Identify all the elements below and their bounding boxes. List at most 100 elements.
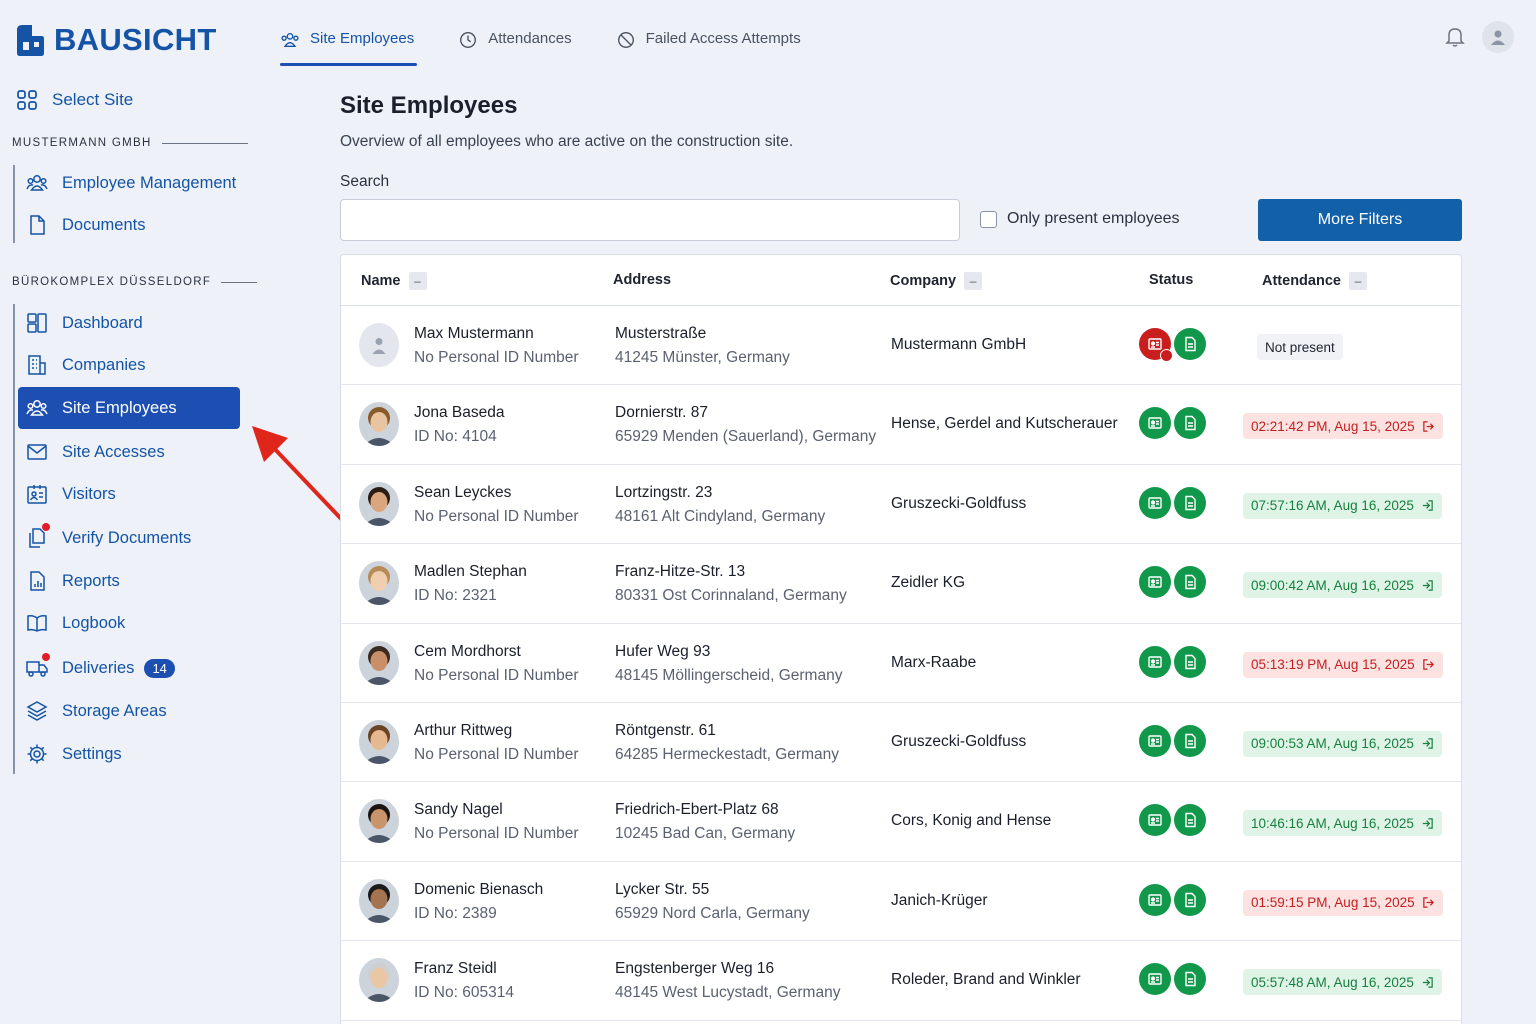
attendance-timestamp[interactable]: 05:13:19 PM, Aug 15, 2025 [1243, 651, 1443, 678]
attendance-status: Not present [1257, 334, 1343, 360]
id-badge-status-icon[interactable] [1139, 566, 1171, 599]
sidebar-item-documents[interactable]: Documents [18, 204, 240, 246]
column-header-attendance[interactable]: Attendance – [1262, 272, 1367, 290]
sidebar-item-site-employees[interactable]: Site Employees [18, 387, 240, 429]
column-header-name[interactable]: Name – [361, 272, 427, 290]
document-status-icon[interactable] [1174, 724, 1206, 757]
table-row[interactable]: Sean Leyckes No Personal ID Number Lortz… [341, 465, 1461, 545]
attendance-timestamp[interactable]: 09:00:42 AM, Aug 16, 2025 [1243, 572, 1442, 599]
column-label: Attendance [1262, 273, 1341, 289]
address-street: Lortzingstr. 23 [615, 483, 713, 501]
id-badge-status-icon[interactable] [1139, 963, 1171, 996]
id-badge-status-icon[interactable] [1139, 883, 1171, 916]
more-filters-button[interactable]: More Filters [1258, 199, 1462, 241]
employee-cell: Jona Baseda ID No: 4104 [414, 404, 505, 446]
bell-icon[interactable] [1443, 24, 1467, 48]
section-label-site: BÜROKOMPLEX DÜSSELDORF [12, 276, 258, 288]
tab-label: Site Employees [310, 30, 415, 47]
document-status-icon[interactable] [1174, 645, 1206, 678]
logo[interactable]: BAUSICHT [14, 22, 217, 58]
tab-failed-access-attempts[interactable]: Failed Access Attempts [616, 22, 801, 66]
address-city: 65929 Menden (Sauerland), Germany [615, 428, 877, 446]
address-city: 64285 Hermeckestadt, Germany [615, 745, 839, 763]
address-cell: Franz-Hitze-Str. 13 80331 Ost Corinnalan… [615, 563, 847, 605]
sidebar-item-reports[interactable]: Reports [18, 560, 240, 602]
sidebar-item-settings[interactable]: Settings [18, 733, 240, 775]
id-badge-status-icon[interactable] [1139, 645, 1171, 678]
table-row[interactable]: Cem Mordhorst No Personal ID Number Hufe… [341, 624, 1461, 703]
document-status-icon[interactable] [1174, 566, 1206, 599]
sidebar-item-employee-management[interactable]: Employee Management [18, 162, 240, 204]
tab-site-employees[interactable]: Site Employees [280, 22, 418, 66]
id-badge-status-icon[interactable] [1139, 407, 1171, 440]
search-input[interactable] [340, 199, 960, 241]
document-status-icon[interactable] [1174, 804, 1206, 837]
column-header-company[interactable]: Company – [890, 272, 983, 290]
avatar [359, 640, 399, 685]
table-row[interactable]: Max Mustermann No Personal ID Number Mus… [341, 306, 1461, 386]
sidebar-item-dashboard[interactable]: Dashboard [18, 302, 240, 344]
book-icon [26, 612, 48, 634]
employee-id: No Personal ID Number [414, 349, 579, 366]
table-row[interactable]: Arthur Rittweg No Personal ID Number Rön… [341, 703, 1461, 783]
attendance-timestamp[interactable]: 07:57:16 AM, Aug 16, 2025 [1243, 492, 1442, 519]
sidebar-item-visitors[interactable]: Visitors [18, 473, 240, 515]
sidebar-item-label: Visitors [62, 484, 116, 503]
document-status-icon[interactable] [1174, 883, 1206, 916]
document-status-icon[interactable] [1174, 963, 1206, 996]
sidebar-item-companies[interactable]: Companies [18, 344, 240, 386]
company-name: Gruszecki-Goldfuss [891, 732, 1027, 750]
column-label: Status [1149, 272, 1194, 288]
sidebar-item-label: Companies [62, 355, 146, 374]
employee-cell: Franz Steidl ID No: 605314 [414, 960, 514, 1002]
sidebar-item-label: Reports [62, 571, 120, 590]
notification-dot [42, 523, 50, 531]
table-row[interactable]: Franz Steidl ID No: 605314 Engstenberger… [341, 941, 1461, 1021]
attendance-timestamp[interactable]: 05:57:48 AM, Aug 16, 2025 [1243, 969, 1442, 996]
company-name: Zeidler KG [891, 574, 966, 592]
table-row[interactable]: Sandy Nagel No Personal ID Number Friedr… [341, 782, 1461, 862]
tab-attendances[interactable]: Attendances [458, 22, 572, 66]
id-badge-status-icon[interactable] [1139, 486, 1171, 519]
address-street: Hufer Weg 93 [615, 642, 711, 660]
sign-out-icon [1422, 897, 1434, 908]
avatar [359, 402, 399, 447]
only-present-checkbox[interactable] [980, 210, 997, 228]
table-row[interactable]: Jona Baseda ID No: 4104 Dornierstr. 87 6… [341, 385, 1461, 465]
attendance-time: 05:13:19 PM, Aug 15, 2025 [1251, 657, 1415, 673]
section-divider [221, 281, 258, 283]
select-site-link[interactable]: Select Site [16, 86, 133, 114]
attendance-timestamp[interactable]: 09:00:53 AM, Aug 16, 2025 [1243, 730, 1442, 757]
attendance-timestamp[interactable]: 10:46:16 AM, Aug 16, 2025 [1243, 810, 1442, 837]
sort-toggle-icon[interactable]: – [964, 272, 983, 290]
employee-name: Sean Leyckes [414, 483, 512, 501]
document-status-icon[interactable] [1174, 407, 1206, 440]
document-status-icon[interactable] [1174, 486, 1206, 519]
sidebar-item-site-accesses[interactable]: Site Accesses [18, 431, 240, 473]
sidebar-item-verify-documents[interactable]: Verify Documents [18, 517, 240, 559]
table-row[interactable]: Domenic Bienasch ID No: 2389 Lycker Str.… [341, 862, 1461, 942]
document-status-icon[interactable] [1174, 328, 1206, 360]
sidebar-item-storage-areas[interactable]: Storage Areas [18, 690, 240, 732]
only-present-filter[interactable]: Only present employees [980, 210, 1180, 228]
employee-cell: Sandy Nagel No Personal ID Number [414, 801, 579, 843]
sidebar-item-logbook[interactable]: Logbook [18, 602, 240, 644]
attendance-timestamp[interactable]: 01:59:15 PM, Aug 15, 2025 [1243, 889, 1443, 916]
id-badge-status-icon[interactable] [1139, 724, 1171, 757]
attendance-timestamp[interactable]: 02:21:42 PM, Aug 15, 2025 [1243, 413, 1443, 440]
id-badge-status-icon[interactable] [1139, 804, 1171, 837]
id-badge-status-icon[interactable] [1139, 328, 1173, 362]
company-name: Janich-Krüger [891, 891, 988, 909]
truck-icon [26, 653, 50, 679]
avatar [359, 878, 399, 923]
documents-icon [26, 523, 50, 549]
table-row[interactable]: Madlen Stephan ID No: 2321 Franz-Hitze-S… [341, 544, 1461, 624]
sort-toggle-icon[interactable]: – [1348, 272, 1367, 290]
status-cell [1139, 963, 1206, 996]
sort-toggle-icon[interactable]: – [408, 272, 427, 290]
table-header: Name – Address Company – Status Attendan… [341, 255, 1461, 306]
user-avatar-icon[interactable] [1482, 21, 1514, 53]
employee-cell: Domenic Bienasch ID No: 2389 [414, 881, 543, 923]
sidebar-item-deliveries[interactable]: Deliveries 14 [18, 647, 240, 689]
sidebar-item-label: Verify Documents [62, 528, 192, 547]
